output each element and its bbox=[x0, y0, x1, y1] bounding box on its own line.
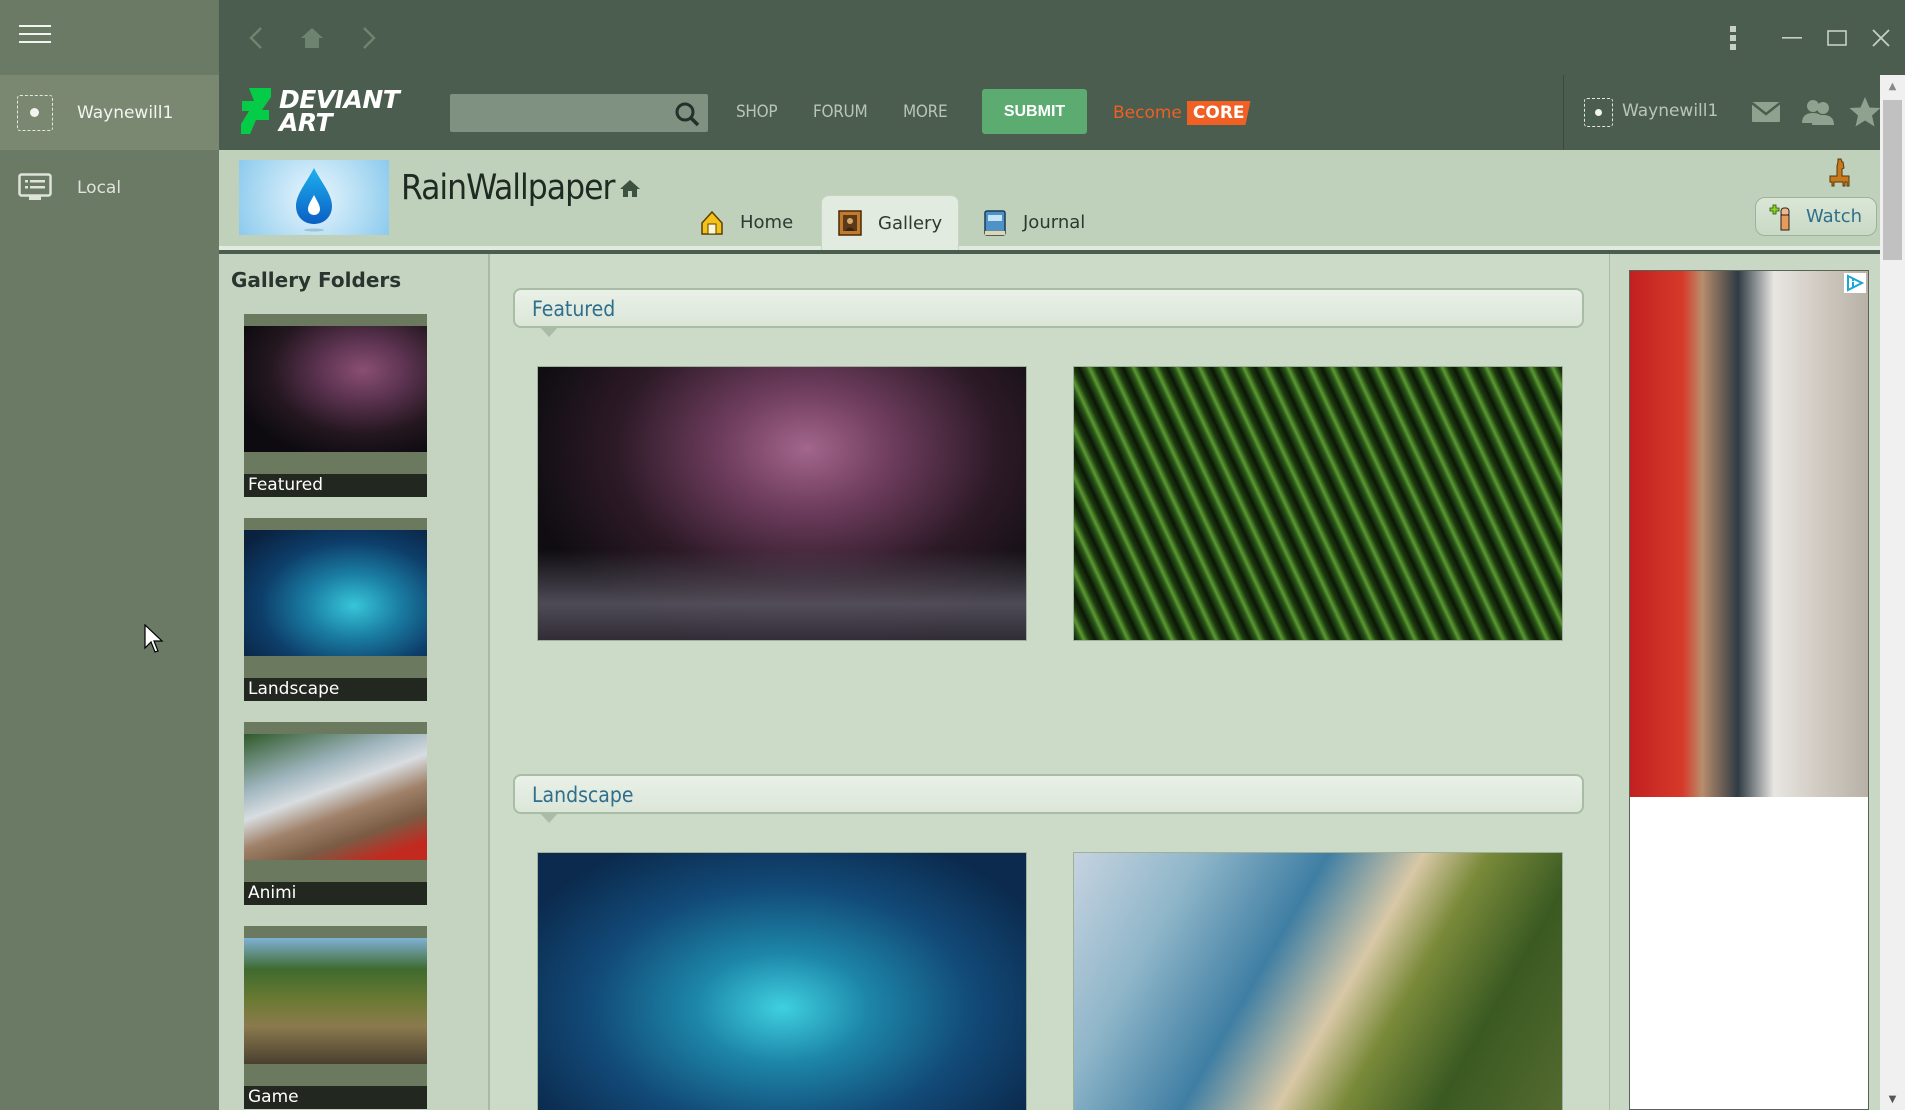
sidebar-item-label: Local bbox=[77, 177, 122, 198]
site-header: DEVIANT ART SHOP FORUM MORE SUBMIT Become… bbox=[219, 75, 1882, 150]
core-badge: CORE bbox=[1186, 101, 1251, 125]
profile-avatar[interactable] bbox=[239, 160, 389, 235]
journal-book-icon bbox=[984, 209, 1006, 236]
app-window: Waynewill1 Local DEVIANT ART SHOP FORUM … bbox=[0, 0, 1905, 1110]
logo-line-2: ART bbox=[279, 108, 333, 137]
monitor-list-icon bbox=[16, 169, 53, 206]
section-header-featured[interactable]: Featured bbox=[513, 288, 1584, 337]
become-label: Become bbox=[1113, 103, 1182, 123]
forward-button[interactable] bbox=[351, 20, 387, 56]
folder-featured[interactable]: Featured bbox=[244, 314, 427, 497]
ad-image bbox=[1630, 271, 1868, 797]
folder-game[interactable]: Game bbox=[244, 926, 427, 1109]
folder-thumbnail bbox=[244, 938, 427, 1064]
vertical-scrollbar[interactable]: ▲ ▼ bbox=[1880, 75, 1905, 1110]
become-core-link[interactable]: Become CORE bbox=[1113, 101, 1251, 125]
submit-button[interactable]: SUBMIT bbox=[982, 89, 1087, 134]
scroll-up-arrow-icon[interactable]: ▲ bbox=[1880, 75, 1905, 97]
gallery-folders-panel: Gallery Folders Featured Landscape Animi… bbox=[219, 254, 490, 1110]
gallery-thumbnail[interactable] bbox=[537, 852, 1027, 1110]
gallery-frame-icon bbox=[838, 210, 862, 236]
browser-toolbar bbox=[219, 0, 1905, 75]
adchoices-icon[interactable] bbox=[1844, 273, 1866, 293]
gallery-folders-title: Gallery Folders bbox=[231, 268, 402, 292]
sidebar-item-user[interactable]: Waynewill1 bbox=[0, 75, 219, 150]
water-drop-icon bbox=[296, 168, 332, 232]
watch-add-icon bbox=[1769, 204, 1790, 230]
maximize-button[interactable] bbox=[1817, 18, 1857, 58]
kebab-menu-icon bbox=[1730, 26, 1736, 50]
mouse-cursor-icon bbox=[144, 624, 164, 653]
folder-animi[interactable]: Animi bbox=[244, 722, 427, 905]
hamburger-icon[interactable] bbox=[19, 25, 51, 45]
ad-column bbox=[1609, 254, 1880, 1110]
gallery-page: Gallery Folders Featured Landscape Animi… bbox=[219, 254, 1880, 1110]
scrollbar-thumb[interactable] bbox=[1883, 100, 1902, 260]
tab-label: Gallery bbox=[878, 212, 943, 234]
chevron-left-icon bbox=[249, 27, 262, 49]
mail-icon[interactable] bbox=[1749, 95, 1783, 129]
gallery-thumbnail[interactable] bbox=[1073, 366, 1563, 641]
folder-label: Animi bbox=[244, 882, 427, 905]
forum-link[interactable]: FORUM bbox=[813, 102, 868, 122]
avatar-placeholder-icon bbox=[16, 94, 53, 131]
home-button[interactable] bbox=[294, 20, 330, 56]
section-title: Featured bbox=[532, 297, 616, 321]
profile-name[interactable]: RainWallpaper bbox=[401, 168, 642, 208]
tab-label: Home bbox=[740, 212, 794, 233]
search-icon[interactable] bbox=[674, 101, 700, 127]
tab-gallery[interactable]: Gallery bbox=[821, 195, 960, 250]
close-button[interactable] bbox=[1861, 18, 1901, 58]
search-input[interactable] bbox=[450, 94, 660, 132]
star-favorites-icon[interactable] bbox=[1848, 95, 1882, 129]
house-icon bbox=[701, 210, 723, 235]
section-title: Landscape bbox=[532, 783, 634, 807]
deviantart-logo[interactable]: DEVIANT ART bbox=[241, 87, 421, 138]
gallery-main: Featured Landscape bbox=[492, 254, 1609, 1110]
minimize-button[interactable] bbox=[1772, 18, 1812, 58]
tab-home[interactable]: Home bbox=[684, 195, 809, 250]
profile-header: RainWallpaper Home Gallery Journal Watch bbox=[219, 150, 1880, 250]
watch-button[interactable]: Watch bbox=[1755, 197, 1877, 236]
home-small-icon bbox=[620, 180, 641, 197]
search-box bbox=[450, 94, 708, 132]
tab-label: Journal bbox=[1023, 212, 1086, 233]
app-sidebar: Waynewill1 Local bbox=[0, 0, 219, 1110]
maximize-icon bbox=[1827, 30, 1847, 46]
folder-thumbnail bbox=[244, 326, 427, 452]
shop-link[interactable]: SHOP bbox=[736, 102, 778, 122]
more-options-button[interactable] bbox=[1713, 18, 1753, 58]
advertisement[interactable] bbox=[1629, 270, 1869, 1110]
user-avatar-icon[interactable] bbox=[1584, 98, 1613, 127]
profile-name-text: RainWallpaper bbox=[401, 168, 615, 208]
folder-label: Game bbox=[244, 1086, 427, 1109]
minimize-icon bbox=[1782, 37, 1802, 39]
llama-badge-icon[interactable] bbox=[1828, 158, 1850, 188]
user-menu: Waynewill1 bbox=[1563, 75, 1882, 150]
folder-label: Featured bbox=[244, 474, 427, 497]
back-button[interactable] bbox=[238, 20, 274, 56]
scroll-down-arrow-icon[interactable]: ▼ bbox=[1880, 1088, 1905, 1110]
more-link[interactable]: MORE bbox=[903, 102, 948, 122]
section-header-landscape[interactable]: Landscape bbox=[513, 774, 1584, 823]
tab-journal[interactable]: Journal bbox=[967, 195, 1101, 250]
folder-landscape[interactable]: Landscape bbox=[244, 518, 427, 701]
home-icon bbox=[301, 28, 323, 48]
username-link[interactable]: Waynewill1 bbox=[1622, 101, 1718, 121]
gallery-thumbnail[interactable] bbox=[537, 366, 1027, 641]
friends-icon[interactable] bbox=[1800, 95, 1834, 129]
sidebar-item-local[interactable]: Local bbox=[0, 150, 219, 225]
sidebar-item-label: Waynewill1 bbox=[77, 102, 174, 123]
folder-thumbnail bbox=[244, 734, 427, 860]
folder-label: Landscape bbox=[244, 678, 427, 701]
deviantart-logo-icon bbox=[241, 88, 271, 134]
watch-label: Watch bbox=[1806, 206, 1863, 227]
chevron-right-icon bbox=[363, 27, 376, 49]
close-icon bbox=[1872, 29, 1890, 47]
gallery-thumbnail[interactable] bbox=[1073, 852, 1563, 1110]
folder-thumbnail bbox=[244, 530, 427, 656]
